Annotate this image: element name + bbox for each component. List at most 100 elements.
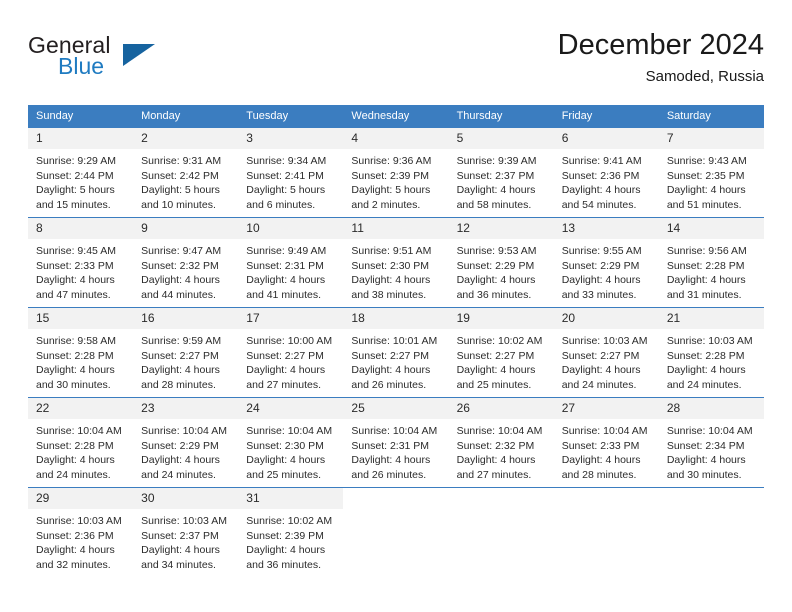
day-details: Sunrise: 9:43 AM Sunset: 2:35 PM Daylight:… [659,149,764,212]
day-details: Sunrise: 9:31 AM Sunset: 2:42 PM Daylight:… [133,149,238,212]
day-number: 2 [133,128,239,149]
daylight-text-line1: Daylight: 4 hours [561,454,641,466]
sunrise-text: Sunrise: 10:04 AM [561,425,648,437]
calendar-day-cell[interactable]: 13 Sunrise: 9:55 AM Sunset: 2:29 PM Dayligh… [553,217,659,308]
calendar-day-cell[interactable]: 25 Sunrise: 10:04 AM Sunset: 2:31 PM Daylig… [343,397,449,488]
day-details: Sunrise: 10:02 AM Sunset: 2:39 PM Daylight… [238,509,343,572]
calendar-day-cell[interactable]: 3 Sunrise: 9:34 AM Sunset: 2:41 PM Daylight… [238,128,344,218]
calendar-day-cell[interactable]: 4 Sunrise: 9:36 AM Sunset: 2:39 PM Daylight… [343,128,449,218]
calendar-day-cell[interactable]: 30 Sunrise: 10:03 AM Sunset: 2:37 PM Daylig… [133,487,239,577]
calendar-week-row: 8 Sunrise: 9:45 AM Sunset: 2:33 PM Daylight… [28,217,764,308]
daylight-text-line2: and 24 minutes. [36,468,111,481]
daylight-text-line1: Daylight: 4 hours [36,364,115,376]
daylight-text-line1: Daylight: 4 hours [141,454,220,466]
calendar-body: 1 Sunrise: 9:29 AM Sunset: 2:44 PM Daylight… [28,128,764,577]
day-number: 5 [448,128,554,149]
daylight-text-line2: and 33 minutes. [561,288,637,301]
day-number: 17 [238,308,344,329]
sunrise-text: Sunrise: 10:04 AM [36,425,122,437]
calendar-day-cell[interactable]: 16 Sunrise: 9:59 AM Sunset: 2:27 PM Dayligh… [133,307,239,398]
sunrise-text: Sunrise: 10:03 AM [666,335,753,347]
daylight-text-line2: and 26 minutes. [351,468,427,481]
sunset-text: Sunset: 2:39 PM [351,169,430,182]
daylight-text-line2: and 28 minutes. [141,378,216,391]
day-number: 23 [133,398,239,419]
calendar-day-cell[interactable]: 29 Sunrise: 10:03 AM Sunset: 2:36 PM Daylig… [28,487,134,577]
day-number: 9 [133,218,239,239]
sunrise-text: Sunrise: 9:41 AM [561,155,642,167]
sunrise-text: Sunrise: 10:04 AM [456,425,543,437]
daylight-text-line2: and 54 minutes. [561,198,637,211]
sunrise-text: Sunrise: 10:03 AM [141,515,227,527]
calendar-day-cell[interactable]: 15 Sunrise: 9:58 AM Sunset: 2:28 PM Dayligh… [28,307,134,398]
calendar-day-cell[interactable]: 27 Sunrise: 10:04 AM Sunset: 2:33 PM Daylig… [553,397,659,488]
sunrise-text: Sunrise: 10:04 AM [141,425,227,437]
daylight-text-line2: and 6 minutes. [246,198,316,211]
sunset-text: Sunset: 2:41 PM [246,169,324,182]
day-number: 16 [133,308,239,329]
calendar-day-cell[interactable]: 9 Sunrise: 9:47 AM Sunset: 2:32 PM Daylight… [133,217,239,308]
calendar-day-cell[interactable]: 21 Sunrise: 10:03 AM Sunset: 2:28 PM Daylig… [658,307,764,398]
page-subtitle: Samoded, Russia [645,68,764,85]
day-number: 20 [553,308,659,329]
daylight-text-line1: Daylight: 4 hours [36,544,115,556]
calendar-day-cell[interactable]: 22 Sunrise: 10:04 AM Sunset: 2:28 PM Daylig… [28,397,134,488]
daylight-text-line2: and 44 minutes. [141,288,216,301]
day-details: Sunrise: 10:04 AM Sunset: 2:33 PM Daylight… [554,419,659,482]
sunrise-text: Sunrise: 9:51 AM [351,245,432,257]
calendar-day-cell[interactable]: 11 Sunrise: 9:51 AM Sunset: 2:30 PM Dayligh… [343,217,449,308]
daylight-text-line1: Daylight: 5 hours [141,184,220,196]
day-number: 22 [28,398,134,419]
calendar-day-cell[interactable]: 2 Sunrise: 9:31 AM Sunset: 2:42 PM Daylight… [133,128,239,218]
calendar-day-cell[interactable]: 8 Sunrise: 9:45 AM Sunset: 2:33 PM Daylight… [28,217,134,308]
sunset-text: Sunset: 2:31 PM [351,439,430,452]
sunset-text: Sunset: 2:27 PM [141,349,219,362]
daylight-text-line2: and 24 minutes. [666,378,742,391]
sunrise-text: Sunrise: 10:00 AM [246,335,333,347]
day-number: 18 [343,308,449,329]
day-details: Sunrise: 9:58 AM Sunset: 2:28 PM Daylight:… [28,329,133,392]
day-details: Sunrise: 9:49 AM Sunset: 2:31 PM Daylight:… [238,239,343,302]
calendar-day-cell[interactable]: 14 Sunrise: 9:56 AM Sunset: 2:28 PM Dayligh… [658,217,764,308]
day-number: 24 [238,398,344,419]
page-title: December 2024 [557,29,764,61]
sunset-text: Sunset: 2:39 PM [246,529,324,542]
calendar-week-row: 1 Sunrise: 9:29 AM Sunset: 2:44 PM Daylight… [28,128,764,218]
day-details: Sunrise: 10:03 AM Sunset: 2:37 PM Daylight… [133,509,238,572]
calendar-day-cell[interactable]: 31 Sunrise: 10:02 AM Sunset: 2:39 PM Daylig… [238,487,344,577]
calendar-day-cell[interactable]: 10 Sunrise: 9:49 AM Sunset: 2:31 PM Dayligh… [238,217,344,308]
sunset-text: Sunset: 2:36 PM [36,529,114,542]
calendar-day-cell[interactable]: 6 Sunrise: 9:41 AM Sunset: 2:36 PM Daylight… [553,128,659,218]
day-details: Sunrise: 10:03 AM Sunset: 2:28 PM Daylight… [659,329,764,392]
calendar-day-cell[interactable]: 23 Sunrise: 10:04 AM Sunset: 2:29 PM Daylig… [133,397,239,488]
calendar-day-cell[interactable]: 1 Sunrise: 9:29 AM Sunset: 2:44 PM Daylight… [28,128,134,218]
calendar-day-cell[interactable]: 7 Sunrise: 9:43 AM Sunset: 2:35 PM Daylight… [658,128,764,218]
sunset-text: Sunset: 2:44 PM [36,169,114,182]
calendar-day-cell[interactable]: 5 Sunrise: 9:39 AM Sunset: 2:37 PM Daylight… [448,128,554,218]
daylight-text-line1: Daylight: 4 hours [141,364,220,376]
day-details: Sunrise: 9:39 AM Sunset: 2:37 PM Daylight:… [449,149,554,212]
sunrise-text: Sunrise: 9:45 AM [36,245,116,257]
daylight-text-line1: Daylight: 4 hours [246,274,326,286]
sunrise-text: Sunrise: 10:02 AM [246,515,333,527]
daylight-text-line2: and 47 minutes. [36,288,111,301]
calendar-day-cell[interactable]: 12 Sunrise: 9:53 AM Sunset: 2:29 PM Dayligh… [448,217,554,308]
calendar-day-cell[interactable]: 18 Sunrise: 10:01 AM Sunset: 2:27 PM Daylig… [343,307,449,398]
sunrise-text: Sunrise: 10:01 AM [351,335,438,347]
calendar-day-cell[interactable]: 20 Sunrise: 10:03 AM Sunset: 2:27 PM Daylig… [553,307,659,398]
day-details: Sunrise: 9:36 AM Sunset: 2:39 PM Daylight:… [343,149,448,212]
daylight-text-line2: and 28 minutes. [561,468,637,481]
calendar-week-row: 15 Sunrise: 9:58 AM Sunset: 2:28 PM Dayligh… [28,307,764,398]
calendar-week-row: 22 Sunrise: 10:04 AM Sunset: 2:28 PM Daylig… [28,397,764,488]
daylight-text-line2: and 2 minutes. [351,198,421,211]
calendar-day-cell[interactable]: 19 Sunrise: 10:02 AM Sunset: 2:27 PM Daylig… [448,307,554,398]
sunrise-text: Sunrise: 9:43 AM [666,155,747,167]
weekday-header-sunday: Sunday [28,105,134,128]
sunrise-text: Sunrise: 9:53 AM [456,245,537,257]
calendar-day-cell[interactable]: 28 Sunrise: 10:04 AM Sunset: 2:34 PM Daylig… [658,397,764,488]
calendar-day-cell[interactable]: 26 Sunrise: 10:04 AM Sunset: 2:32 PM Daylig… [448,397,554,488]
calendar-day-cell[interactable]: 17 Sunrise: 10:00 AM Sunset: 2:27 PM Daylig… [238,307,344,398]
day-details: Sunrise: 9:59 AM Sunset: 2:27 PM Daylight:… [133,329,238,392]
calendar-day-cell[interactable]: 24 Sunrise: 10:04 AM Sunset: 2:30 PM Daylig… [238,397,344,488]
daylight-text-line1: Daylight: 4 hours [36,454,115,466]
